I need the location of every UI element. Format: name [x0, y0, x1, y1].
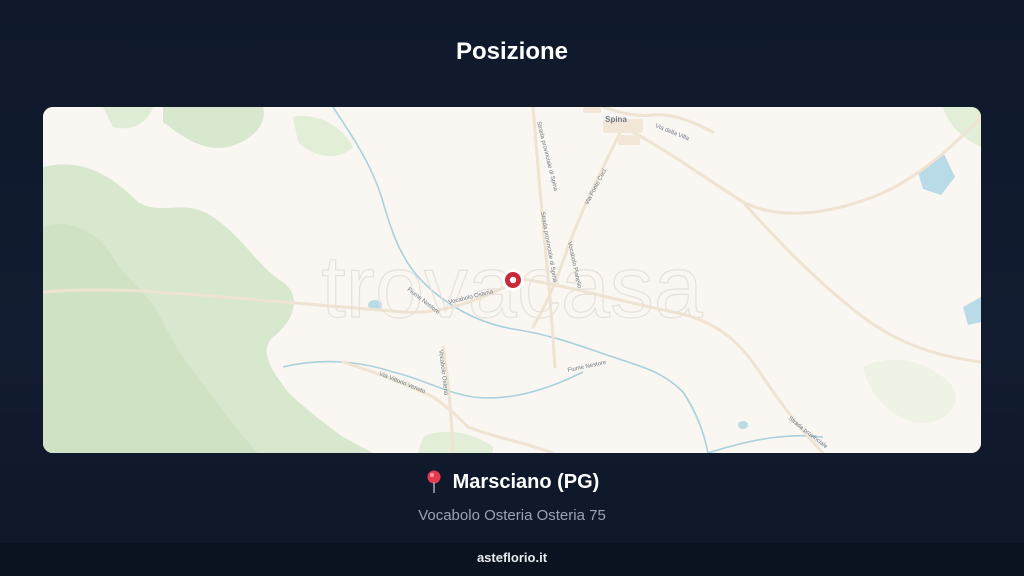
page-title: Posizione	[455, 38, 569, 65]
footer-site-link[interactable]: asteflorio.it	[477, 550, 547, 565]
map-container[interactable]: trovacasa Spina Via della Villa Strada p…	[43, 107, 981, 453]
city-line: Marsciano (PG)	[425, 470, 600, 494]
map-label-spina: Spina	[605, 115, 627, 124]
page: Posizione Spina Via della Villa Strada p…	[0, 0, 1024, 576]
address-text: Vocabolo Osteria Osteria 75	[418, 507, 606, 524]
location-info: Marsciano (PG) Vocabolo Osteria Osteria …	[0, 470, 1024, 524]
map-canvas[interactable]: trovacasa Spina Via della Villa Strada p…	[43, 107, 981, 453]
city-name: Marsciano (PG)	[452, 470, 600, 493]
footer: asteflorio.it	[0, 543, 1024, 576]
location-marker-icon[interactable]	[502, 269, 524, 291]
red-pushpin-icon	[427, 470, 441, 493]
